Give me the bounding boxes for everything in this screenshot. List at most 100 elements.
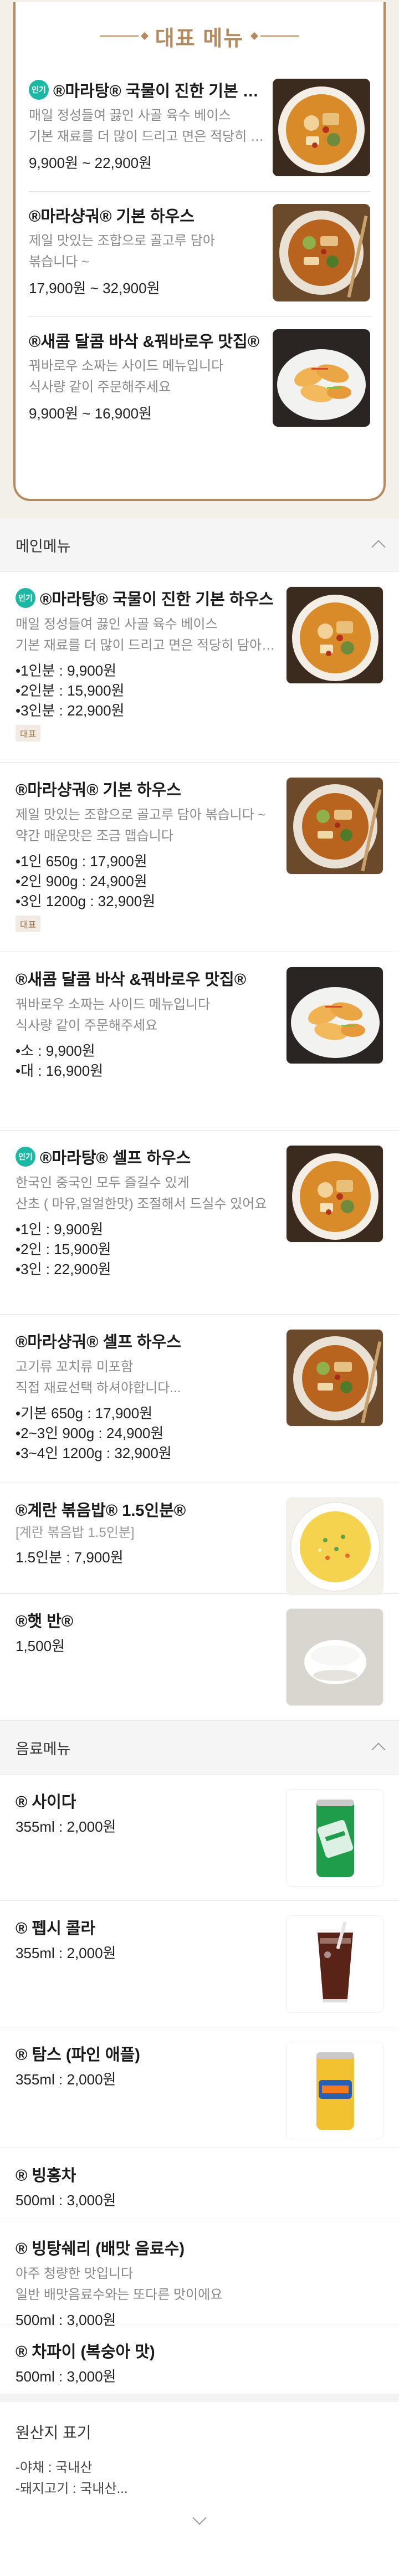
left-decoration	[99, 32, 149, 40]
price-line: •3인 1200g : 32,900원	[16, 893, 156, 909]
popular-badge: 인기	[16, 588, 35, 608]
chevron-down-icon[interactable]	[192, 2511, 207, 2525]
food-image[interactable]	[286, 967, 383, 1064]
menu-item-name-row: ®계란 볶음밥® 1.5인분®	[16, 1497, 277, 1521]
featured-item-name-row: ®새콤 달콤 바삭 &꿔바로우 맛집®	[29, 329, 265, 351]
menu-item[interactable]: ® 빙탕쉐리 (배맛 음료수) 아주 청량한 맛입니다 일반 배맛음료수와는 또다른…	[0, 2221, 399, 2328]
featured-item-name: ®새콤 달콤 바삭 &꿔바로우 맛집®	[29, 333, 260, 351]
food-image[interactable]	[286, 1497, 383, 1595]
menu-item[interactable]: ® 사이다 355ml : 2,000원	[0, 1775, 399, 1901]
price-line: •대 : 16,900원	[16, 1062, 104, 1079]
food-image[interactable]	[286, 1329, 383, 1427]
desc-line: 제일 맛있는 조합으로 골고루 담아 볶습니다 ~	[16, 807, 266, 822]
menu-item-name: ® 펩시 콜라	[16, 1920, 96, 1938]
menu-item[interactable]: ® 빙홍차 500ml : 3,000원	[0, 2148, 399, 2221]
menu-item-name-row: ®마라샹궈® 셀프 하우스	[16, 1329, 277, 1352]
expand-origin-button[interactable]	[16, 2511, 383, 2525]
menu-item-name: ® 빙홍차	[16, 2167, 76, 2185]
menu-item[interactable]: ® 탐스 (파인 애플) 355ml : 2,000원	[0, 2027, 399, 2148]
menu-item[interactable]: 인기 ®마라탕® 국물이 진한 기본 하우스 매일 정성들여 끓인 사골 육수 베이…	[0, 572, 399, 763]
desc-line: 산초 ( 마유,얼얼한맛) 조절해서 드실수 있어요	[16, 1197, 267, 1212]
price-line: •1인분 : 9,900원	[16, 662, 117, 679]
menu-item-name-row: ®햇 반®	[16, 1608, 277, 1632]
price-line: •3인 : 22,900원	[16, 1261, 111, 1277]
menu-item-name: ® 탐스 (파인 애플)	[16, 2046, 140, 2064]
menu-item-name: ®마라탕® 국물이 진한 기본 하우스	[40, 591, 274, 609]
price-line: 1.5인분 : 7,900원	[16, 1549, 124, 1566]
price-line: 500ml : 3,000원	[16, 2312, 116, 2328]
desc-line: 기본 재료를 더 많이 드리고 면은 적당히 담아드립니다	[29, 129, 265, 144]
popular-badge: 인기	[16, 1147, 35, 1167]
menu-item[interactable]: ® 펩시 콜라 355ml : 2,000원	[0, 1901, 399, 2027]
menu-item-prices: 500ml : 3,000원	[16, 2367, 375, 2386]
menu-item[interactable]: ®햇 반® 1,500원	[0, 1594, 399, 1720]
desc-line: 볶습니다 ~	[29, 254, 90, 269]
desc-line: 제일 맛있는 조합으로 골고루 담아	[29, 233, 215, 248]
food-image[interactable]	[286, 2042, 383, 2139]
price-line: 500ml : 3,000원	[16, 2368, 116, 2385]
price-line: •3인분 : 22,900원	[16, 702, 125, 719]
chevron-up-icon[interactable]	[371, 540, 386, 554]
chevron-up-icon[interactable]	[371, 1742, 386, 1757]
price-line: 500ml : 3,000원	[16, 2192, 116, 2209]
menu-item[interactable]: ®마라샹궈® 셀프 하우스 고기류 꼬치류 미포함 직접 재료선택 하셔야합니다..…	[0, 1315, 399, 1483]
food-image[interactable]	[286, 1915, 383, 2013]
featured-list: 인기 ®마라탕® 국물이 진한 기본 하우스매일 정성들여 끓인 사골 육수 베이…	[29, 67, 370, 442]
food-image[interactable]	[273, 329, 370, 427]
food-image[interactable]	[286, 777, 383, 875]
popular-badge: 인기	[29, 80, 49, 100]
desc-line: 식사량 같이 주문해주세요	[29, 380, 171, 395]
featured-item-name-row: 인기 ®마라탕® 국물이 진한 기본 하우스	[29, 79, 265, 101]
menu-item-text: ® 탐스 (파인 애플) 355ml : 2,000원	[16, 2042, 286, 2148]
featured-header: 대표 메뉴	[29, 2, 370, 67]
menu-item-name-row: ® 차파이 (복숭아 맛)	[16, 2339, 375, 2362]
menu-item-name-row: ® 사이다	[16, 1789, 277, 1812]
menu-item-name: ® 차파이 (복숭아 맛)	[16, 2343, 155, 2361]
featured-card: 대표 메뉴 인기 ®마라탕® 국물이 진한 기본 하우스매일 정성들여 끓인 사골…	[13, 2, 386, 501]
featured-item[interactable]: ®마라샹궈® 기본 하우스 제일 맛있는 조합으로 골고루 담아 볶습니다 ~ 17,…	[29, 192, 370, 317]
food-image[interactable]	[273, 204, 370, 301]
menu-item[interactable]: ®마라샹궈® 기본 하우스 제일 맛있는 조합으로 골고루 담아 볶습니다 ~ 약간…	[0, 763, 399, 952]
price-line: •1인 : 9,900원	[16, 1221, 104, 1238]
menu-item[interactable]: ®새콤 달콤 바삭 &꿔바로우 맛집® 꿔바로우 소짜는 사이드 메뉴입니다 식사량…	[0, 952, 399, 1131]
featured-item-text: 인기 ®마라탕® 국물이 진한 기본 하우스매일 정성들여 끓인 사골 육수 베이…	[29, 79, 273, 191]
food-image[interactable]	[286, 1145, 383, 1243]
desc-line: 꿔바로우 소짜는 사이드 메뉴입니다	[16, 997, 211, 1012]
menu-item-name-row: ®마라샹궈® 기본 하우스	[16, 777, 277, 800]
menu-item[interactable]: 인기 ®마라탕® 셀프 하우스한국인 중국인 모두 즐길수 있게산초 ( 마유,얼…	[0, 1131, 399, 1315]
menu-item-prices: •1인 650g : 17,900원 •2인 900g : 24,900원 •3인 …	[16, 851, 277, 911]
price-line: 355ml : 2,000원	[16, 1945, 116, 1961]
featured-item[interactable]: 인기 ®마라탕® 국물이 진한 기본 하우스매일 정성들여 끓인 사골 육수 베이…	[29, 67, 370, 192]
representative-tag: 대표	[16, 725, 41, 742]
featured-item-desc: 매일 정성들여 끓인 사골 육수 베이스 기본 재료를 더 많이 드리고 면은 적…	[29, 105, 265, 147]
main-menu-header[interactable]: 메인메뉴	[0, 518, 399, 572]
featured-section: 대표 메뉴 인기 ®마라탕® 국물이 진한 기본 하우스매일 정성들여 끓인 사골…	[0, 0, 399, 518]
featured-item-name-row: ®마라샹궈® 기본 하우스	[29, 204, 265, 226]
menu-item-desc: 꿔바로우 소짜는 사이드 메뉴입니다 식사량 같이 주문해주세요	[16, 994, 277, 1036]
menu-item-name-row: 인기 ®마라탕® 셀프 하우스	[16, 1145, 277, 1168]
drink-menu-header[interactable]: 음료메뉴	[0, 1720, 399, 1775]
food-image[interactable]	[286, 1789, 383, 1887]
menu-item-name: ®마라탕® 셀프 하우스	[40, 1149, 191, 1167]
featured-item[interactable]: ®새콤 달콤 바삭 &꿔바로우 맛집® 꿔바로우 소짜는 사이드 메뉴입니다식사량…	[29, 317, 370, 442]
main-menu-list: 인기 ®마라탕® 국물이 진한 기본 하우스 매일 정성들여 끓인 사골 육수 베이…	[0, 572, 399, 1720]
menu-item-name-row: ® 빙탕쉐리 (배맛 음료수)	[16, 2236, 375, 2259]
desc-line: 고기류 꼬치류 미포함	[16, 1359, 134, 1374]
menu-item-prices: 500ml : 3,000원	[16, 2310, 375, 2330]
food-image[interactable]	[286, 1608, 383, 1706]
food-image[interactable]	[273, 79, 370, 176]
desc-line: 꿔바로우 소짜는 사이드 메뉴입니다	[29, 359, 224, 374]
drink-menu-title: 음료메뉴	[16, 1740, 71, 1757]
featured-item-desc: 제일 맛있는 조합으로 골고루 담아볶습니다 ~	[29, 231, 265, 273]
food-image[interactable]	[286, 586, 383, 684]
menu-item[interactable]: ®계란 볶음밥® 1.5인분® [계란 볶음밥 1.5인분] 1.5인분 : 7,9…	[0, 1483, 399, 1595]
menu-item-name: ® 사이다	[16, 1793, 76, 1811]
menu-item-prices: 1,500원	[16, 1636, 277, 1656]
price-line: •기본 650g : 17,900원	[16, 1405, 153, 1422]
featured-item-price: 9,900원 ~ 16,900원	[29, 405, 152, 422]
menu-item-desc: 한국인 중국인 모두 즐길수 있게산초 ( 마유,얼얼한맛) 조절해서 드실수 …	[16, 1173, 277, 1215]
desc-line: 한국인 중국인 모두 즐길수 있게	[16, 1175, 190, 1190]
menu-item-text: ®햇 반® 1,500원	[16, 1608, 286, 1720]
menu-item[interactable]: ® 차파이 (복숭아 맛) 500ml : 3,000원	[0, 2324, 399, 2394]
featured-item-desc: 꿔바로우 소짜는 사이드 메뉴입니다식사량 같이 주문해주세요	[29, 356, 265, 398]
